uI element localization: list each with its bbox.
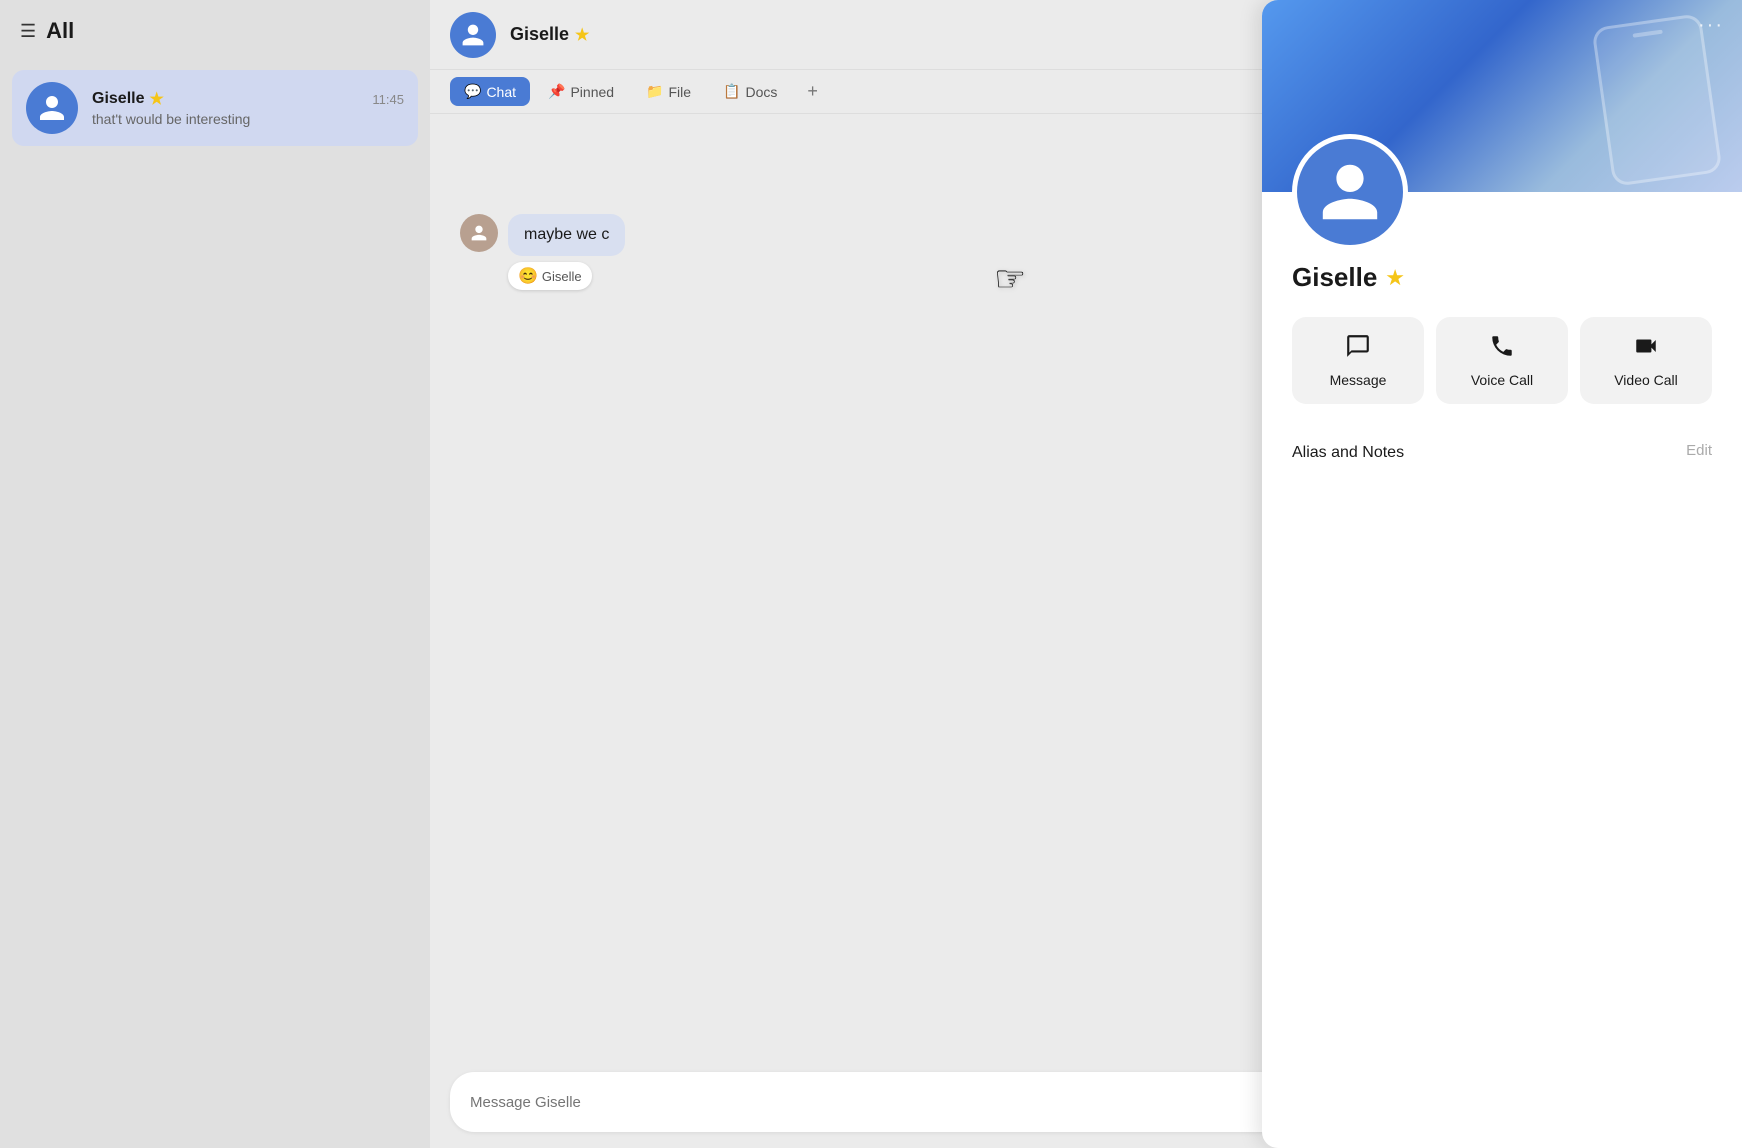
voice-call-icon: [1489, 333, 1515, 359]
star-icon: ★: [149, 89, 163, 109]
sidebar: ☰ All Giselle ★ 11:45 that't would be in…: [0, 0, 430, 1148]
chat-item-giselle[interactable]: Giselle ★ 11:45 that't would be interest…: [12, 70, 418, 146]
profile-name-row: Giselle ★: [1292, 262, 1712, 293]
msg-bubble-maybe: maybe we c: [508, 214, 625, 256]
topbar-star-icon: ★: [575, 25, 589, 45]
chat-info: Giselle ★ 11:45 that't would be interest…: [92, 89, 404, 127]
profile-video-call-button[interactable]: Video Call: [1580, 317, 1712, 404]
chat-name: Giselle ★: [92, 89, 164, 109]
reaction-bar: 😊 Giselle: [508, 262, 592, 290]
profile-name: Giselle: [1292, 262, 1377, 293]
alias-section: Alias and Notes Edit: [1292, 432, 1712, 474]
chat-name-row: Giselle ★ 11:45: [92, 89, 404, 109]
topbar-person-icon: [460, 22, 486, 48]
add-tab-button[interactable]: +: [799, 77, 826, 106]
profile-video-icon: [1633, 333, 1659, 366]
sidebar-list: Giselle ★ 11:45 that't would be interest…: [0, 62, 430, 1148]
profile-avatar: [1292, 134, 1408, 250]
profile-actions: Message Voice Call: [1292, 317, 1712, 404]
chat-time: 11:45: [372, 92, 404, 107]
avatar: [26, 82, 78, 134]
profile-message-button[interactable]: Message: [1292, 317, 1424, 404]
tab-chat[interactable]: 💬 Chat: [450, 77, 530, 106]
chat-preview: that't would be interesting: [92, 111, 404, 127]
tab-pinned[interactable]: 📌 Pinned: [534, 77, 628, 106]
profile-voice-call-button[interactable]: Voice Call: [1436, 317, 1568, 404]
profile-message-icon: [1345, 333, 1371, 366]
profile-more-icon[interactable]: ···: [1698, 14, 1724, 37]
hamburger-icon[interactable]: ☰: [20, 21, 36, 42]
chat-tab-icon: 💬: [464, 83, 481, 100]
docs-tab-icon: 📋: [723, 83, 740, 100]
profile-person-icon: [1316, 158, 1384, 226]
sidebar-title: All: [46, 18, 74, 44]
reaction-emoji: 😊: [518, 266, 538, 286]
reaction-name: Giselle: [542, 269, 582, 284]
person-icon: [37, 93, 67, 123]
pinned-tab-icon: 📌: [548, 83, 565, 100]
alias-label: Alias and Notes: [1292, 442, 1404, 464]
profile-phone-icon: [1489, 333, 1515, 366]
topbar-avatar: [450, 12, 496, 58]
msg-content-left: maybe we c 😊 Giselle: [508, 214, 625, 290]
phone-decoration: [1591, 13, 1722, 187]
tab-docs[interactable]: 📋 Docs: [709, 77, 791, 106]
msg-avatar-giselle: [460, 214, 498, 252]
topbar-name: Giselle ★: [510, 24, 589, 45]
profile-star-icon: ★: [1385, 265, 1405, 291]
profile-body: Giselle ★ Message: [1262, 192, 1742, 1148]
video-call-icon: [1633, 333, 1659, 359]
file-tab-icon: 📁: [646, 83, 663, 100]
profile-panel: ··· Giselle ★ Message: [1262, 0, 1742, 1148]
giselle-avatar-icon: [468, 222, 490, 244]
profile-cover: ···: [1262, 0, 1742, 192]
tab-file[interactable]: 📁 File: [632, 77, 705, 106]
message-bubble-icon: [1345, 333, 1371, 359]
main-area: Giselle ★ 4: [430, 0, 1742, 1148]
sidebar-header: ☰ All: [0, 0, 430, 62]
alias-edit-button[interactable]: Edit: [1686, 442, 1712, 459]
